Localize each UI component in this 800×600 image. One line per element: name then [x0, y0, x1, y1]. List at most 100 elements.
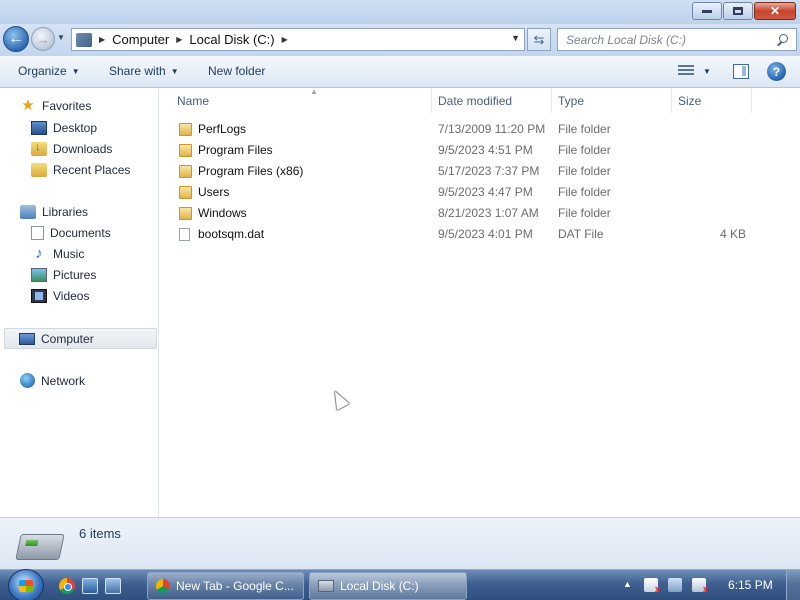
taskbar-button-explorer[interactable]: Local Disk (C:) — [309, 572, 467, 600]
show-desktop-button[interactable] — [786, 570, 800, 600]
file-type: DAT File — [558, 227, 604, 241]
organize-menu[interactable]: Organize ▼ — [18, 64, 80, 78]
address-history-dropdown-icon[interactable]: ▼ — [511, 33, 520, 43]
action-center-icon[interactable] — [644, 578, 661, 596]
star-icon: ★ — [21, 97, 35, 114]
nav-item-recent-places[interactable]: Recent Places — [31, 163, 130, 177]
nav-item-label: Music — [53, 247, 85, 261]
search-icon[interactable] — [777, 33, 789, 46]
switch-windows-icon[interactable] — [105, 578, 121, 594]
recent-places-icon — [31, 163, 47, 177]
chevron-down-icon: ▼ — [170, 66, 179, 76]
file-date: 9/5/2023 4:01 PM — [438, 227, 533, 241]
folder-icon — [179, 165, 192, 178]
column-header-label: Date modified — [438, 93, 513, 108]
help-icon[interactable]: ? — [767, 62, 786, 81]
documents-icon — [31, 226, 44, 240]
address-bar[interactable]: ▶ Computer ▶ Local Disk (C:) ▶ ▼ — [71, 28, 525, 51]
column-header-date-modified[interactable]: Date modified — [432, 88, 552, 113]
file-date: 7/13/2009 11:20 PM — [438, 122, 546, 136]
chrome-icon — [156, 579, 170, 593]
breadcrumb-separator-icon[interactable]: ▶ — [282, 35, 288, 44]
breadcrumb-separator-icon[interactable]: ▶ — [99, 35, 105, 44]
chevron-down-icon: ▼ — [71, 66, 80, 76]
column-header-name[interactable]: Name ▲ — [171, 87, 432, 113]
nav-item-label: Downloads — [53, 142, 113, 156]
nav-item-documents[interactable]: Documents — [31, 226, 111, 240]
preview-pane-icon[interactable] — [733, 64, 749, 79]
search-box[interactable]: Search Local Disk (C:) — [557, 28, 797, 51]
nav-computer-label: Computer — [41, 331, 94, 346]
nav-item-music[interactable]: ♪ Music — [31, 245, 85, 262]
downloads-folder-icon — [31, 141, 47, 156]
drive-icon — [15, 534, 65, 560]
column-header-size[interactable]: Size — [672, 88, 752, 113]
nav-favorites[interactable]: ★ Favorites — [20, 97, 91, 114]
nav-libraries[interactable]: Libraries — [20, 205, 88, 219]
music-icon: ♪ — [35, 245, 43, 262]
nav-item-videos[interactable]: Videos — [31, 289, 89, 303]
restore-icon — [733, 7, 743, 15]
file-row[interactable]: PerfLogs 7/13/2009 11:20 PM File folder — [159, 119, 800, 140]
file-name: Users — [198, 185, 230, 199]
minimize-button[interactable] — [692, 2, 722, 20]
chrome-icon[interactable] — [59, 578, 75, 594]
title-bar: ✕ — [0, 0, 800, 24]
breadcrumb-separator-icon[interactable]: ▶ — [176, 35, 182, 44]
desktop-icon — [31, 121, 47, 135]
taskbar-button-label: Local Disk (C:) — [340, 579, 419, 593]
file-row[interactable]: Windows 8/21/2023 1:07 AM File folder — [159, 203, 800, 224]
breadcrumb-local-disk[interactable]: Local Disk (C:) — [189, 32, 274, 47]
search-input[interactable]: Search Local Disk (C:) — [566, 33, 777, 47]
taskbar-button-label: New Tab - Google C... — [176, 579, 294, 593]
network-status-icon[interactable] — [668, 578, 682, 592]
volume-muted-icon[interactable] — [692, 578, 709, 596]
file-type: File folder — [558, 185, 611, 199]
folder-icon — [179, 186, 192, 199]
show-desktop-icon[interactable] — [82, 578, 98, 594]
file-row[interactable]: Program Files (x86) 5/17/2023 7:37 PM Fi… — [159, 161, 800, 182]
view-options-chevron-icon[interactable]: ▼ — [703, 67, 711, 76]
file-name: bootsqm.dat — [198, 227, 265, 241]
nav-item-downloads[interactable]: Downloads — [31, 141, 113, 156]
close-button[interactable]: ✕ — [754, 2, 796, 20]
organize-label: Organize — [18, 64, 67, 78]
back-arrow-icon: ← — [8, 30, 24, 47]
nav-computer[interactable]: Computer — [4, 328, 157, 349]
file-row[interactable]: Users 9/5/2023 4:47 PM File folder — [159, 182, 800, 203]
taskbar-button-chrome[interactable]: New Tab - Google C... — [147, 572, 304, 600]
refresh-button[interactable]: ⇆ — [527, 28, 551, 51]
recent-pages-button[interactable]: ▼ — [57, 33, 65, 42]
details-pane: 6 items — [0, 517, 800, 569]
forward-button[interactable]: → — [31, 27, 55, 51]
nav-item-label: Recent Places — [53, 163, 131, 177]
breadcrumb-computer[interactable]: Computer — [112, 32, 169, 47]
file-name: PerfLogs — [198, 122, 247, 136]
nav-item-label: Documents — [50, 226, 111, 240]
new-folder-button[interactable]: New folder — [208, 64, 265, 78]
share-with-menu[interactable]: Share with ▼ — [109, 64, 179, 78]
folder-icon — [179, 123, 192, 136]
file-row[interactable]: bootsqm.dat 9/5/2023 4:01 PM DAT File 4 … — [159, 224, 800, 245]
nav-item-pictures[interactable]: Pictures — [31, 268, 96, 282]
file-type: File folder — [558, 122, 611, 136]
file-type: File folder — [558, 143, 611, 157]
taskbar-clock[interactable]: 6:15 PM — [728, 578, 773, 592]
file-row[interactable]: Program Files 9/5/2023 4:51 PM File fold… — [159, 140, 800, 161]
column-header-type[interactable]: Type — [552, 88, 672, 113]
nav-network[interactable]: Network — [20, 373, 85, 388]
restore-button[interactable] — [723, 2, 753, 20]
sort-ascending-icon: ▲ — [310, 87, 318, 96]
refresh-icon: ⇆ — [533, 31, 545, 47]
libraries-icon — [20, 205, 36, 219]
change-view-icon[interactable] — [678, 65, 694, 78]
show-hidden-icons-icon[interactable]: ▲ — [623, 579, 632, 589]
taskbar: New Tab - Google C... Local Disk (C:) ▲ … — [0, 569, 800, 600]
forward-arrow-icon: → — [36, 31, 50, 47]
close-icon: ✕ — [769, 4, 781, 18]
file-name: Windows — [198, 206, 247, 220]
start-button[interactable] — [8, 569, 44, 600]
nav-item-desktop[interactable]: Desktop — [31, 121, 97, 135]
back-button[interactable]: ← — [3, 26, 29, 52]
file-type: File folder — [558, 164, 611, 178]
